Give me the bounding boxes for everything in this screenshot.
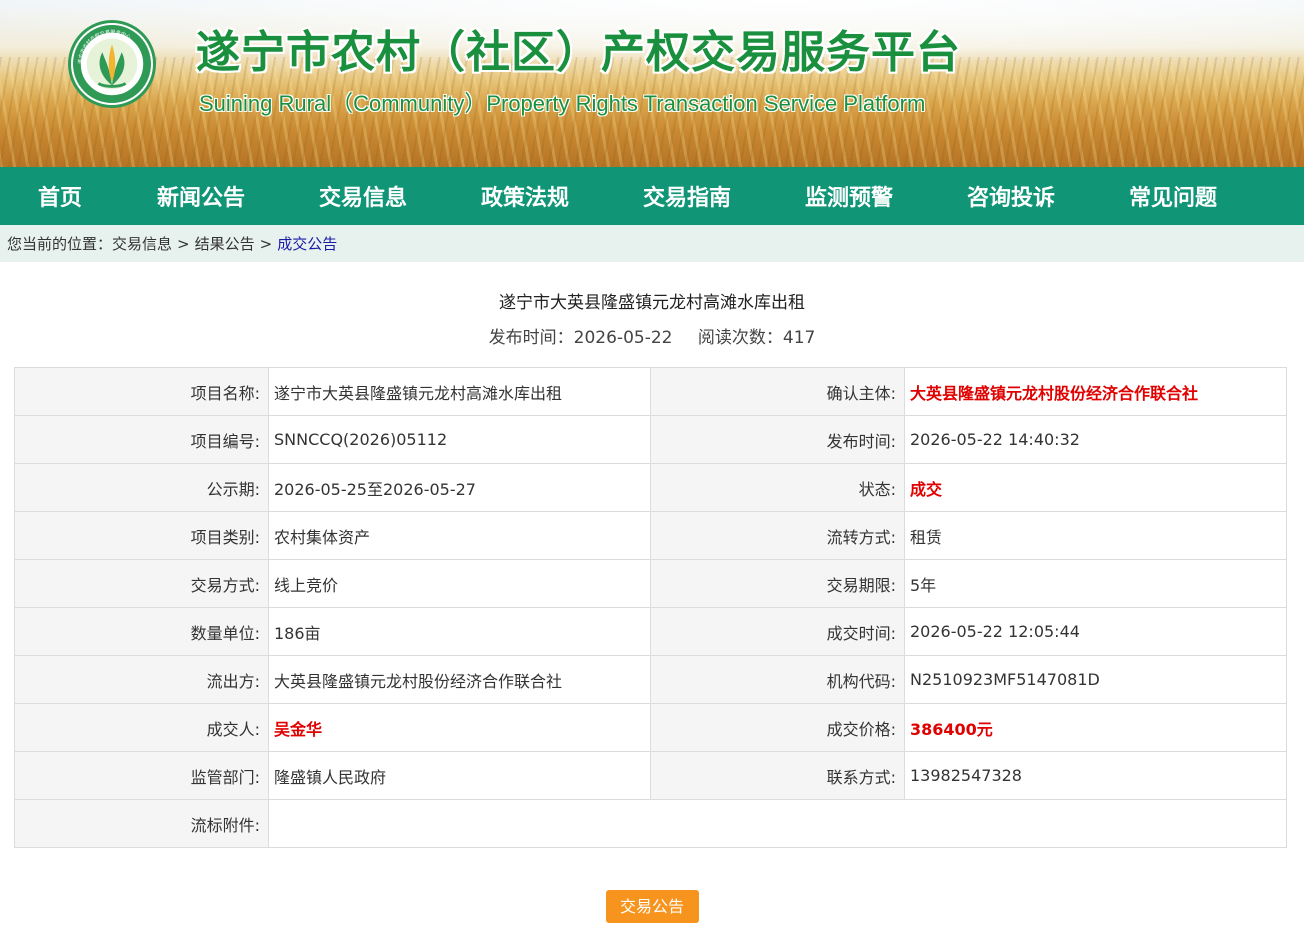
- notice-period-label: 公示期:: [14, 463, 269, 512]
- supervisor-value: 隆盛镇人民政府: [268, 751, 651, 800]
- release-time-value: 2026-05-22 14:40:32: [904, 415, 1287, 464]
- deal-time-value: 2026-05-22 12:05:44: [904, 607, 1287, 656]
- table-row: 公示期: 2026-05-25至2026-05-27 状态: 成交: [14, 463, 1287, 512]
- table-row: 流标附件:: [14, 799, 1287, 848]
- project-name-value: 遂宁市大英县隆盛镇元龙村高滩水库出租: [268, 367, 651, 416]
- project-code-value: SNNCCQ(2026)05112: [268, 415, 651, 464]
- project-info-table: 项目名称: 遂宁市大英县隆盛镇元龙村高滩水库出租 确认主体: 大英县隆盛镇元龙村…: [14, 367, 1287, 848]
- buyer-label: 成交人:: [14, 703, 269, 752]
- nav-item-consult[interactable]: 咨询投诉: [930, 180, 1092, 212]
- contact-label: 联系方式:: [650, 751, 905, 800]
- supervisor-label: 监管部门:: [14, 751, 269, 800]
- org-code-value: N2510923MF5147081D: [904, 655, 1287, 704]
- project-category-label: 项目类别:: [14, 511, 269, 560]
- nav-item-policy[interactable]: 政策法规: [444, 180, 606, 212]
- notice-period-value: 2026-05-25至2026-05-27: [268, 463, 651, 512]
- publish-time: 发布时间：2026-05-22: [488, 328, 673, 348]
- org-code-label: 机构代码:: [650, 655, 905, 704]
- release-time-label: 发布时间:: [650, 415, 905, 464]
- nav-item-monitor[interactable]: 监测预警: [768, 180, 930, 212]
- transfer-mode-label: 流转方式:: [650, 511, 905, 560]
- table-row: 成交人: 吴金华 成交价格: 386400元: [14, 703, 1287, 752]
- table-row: 交易方式: 线上竞价 交易期限: 5年: [14, 559, 1287, 608]
- breadcrumb-prefix: 您当前的位置：: [7, 235, 113, 253]
- deal-price-label: 成交价格:: [650, 703, 905, 752]
- table-row: 监管部门: 隆盛镇人民政府 联系方式: 13982547328: [14, 751, 1287, 800]
- breadcrumb-item-current[interactable]: 成交公告: [277, 233, 337, 254]
- project-code-label: 项目编号:: [14, 415, 269, 464]
- breadcrumb: 您当前的位置： 交易信息 > 结果公告 > 成交公告: [0, 225, 1304, 262]
- trade-term-label: 交易期限:: [650, 559, 905, 608]
- confirm-entity-label: 确认主体:: [650, 367, 905, 416]
- view-count: 阅读次数：417: [697, 328, 816, 348]
- article-meta: 发布时间：2026-05-22 阅读次数：417: [0, 323, 1304, 348]
- transferor-label: 流出方:: [14, 655, 269, 704]
- contact-value: 13982547328: [904, 751, 1287, 800]
- main-nav: 首页 新闻公告 交易信息 政策法规 交易指南 监测预警 咨询投诉 常见问题: [0, 167, 1304, 225]
- breadcrumb-separator: >: [177, 234, 190, 253]
- quantity-unit-value: 186亩: [268, 607, 651, 656]
- buyer-value: 吴金华: [268, 703, 651, 752]
- nav-item-trade-info[interactable]: 交易信息: [282, 180, 444, 212]
- deal-time-label: 成交时间:: [650, 607, 905, 656]
- trade-method-value: 线上竞价: [268, 559, 651, 608]
- nav-item-faq[interactable]: 常见问题: [1092, 180, 1254, 212]
- table-row: 项目名称: 遂宁市大英县隆盛镇元龙村高滩水库出租 确认主体: 大英县隆盛镇元龙村…: [14, 367, 1287, 416]
- platform-logo[interactable]: 遂宁市农村产权交易服务中心: [68, 20, 156, 108]
- footer-button-wrap: 交易公告: [0, 890, 1304, 923]
- status-label: 状态:: [650, 463, 905, 512]
- status-value: 成交: [904, 463, 1287, 512]
- header-banner: 遂宁市农村产权交易服务中心 遂宁市农村（社区）产权交易服务平台 Suining …: [0, 0, 1304, 167]
- trade-notice-button[interactable]: 交易公告: [605, 890, 699, 923]
- transfer-mode-value: 租赁: [904, 511, 1287, 560]
- nav-item-news[interactable]: 新闻公告: [120, 180, 282, 212]
- table-row: 数量单位: 186亩 成交时间: 2026-05-22 12:05:44: [14, 607, 1287, 656]
- table-row: 项目类别: 农村集体资产 流转方式: 租赁: [14, 511, 1287, 560]
- quantity-unit-label: 数量单位:: [14, 607, 269, 656]
- failed-bid-attachment-value: [268, 799, 1287, 848]
- failed-bid-attachment-label: 流标附件:: [14, 799, 269, 848]
- logo-emblem-icon: 遂宁市农村产权交易服务中心: [73, 25, 151, 103]
- platform-title-cn: 遂宁市农村（社区）产权交易服务平台: [196, 27, 961, 78]
- project-name-label: 项目名称:: [14, 367, 269, 416]
- nav-item-guide[interactable]: 交易指南: [606, 180, 768, 212]
- breadcrumb-item-trade-info[interactable]: 交易信息: [112, 233, 172, 254]
- confirm-entity-value: 大英县隆盛镇元龙村股份经济合作联合社: [904, 367, 1287, 416]
- transferor-value: 大英县隆盛镇元龙村股份经济合作联合社: [268, 655, 651, 704]
- breadcrumb-item-result-notice[interactable]: 结果公告: [195, 233, 255, 254]
- breadcrumb-separator: >: [259, 234, 273, 253]
- project-category-value: 农村集体资产: [268, 511, 651, 560]
- article-title: 遂宁市大英县隆盛镇元龙村高滩水库出租: [499, 293, 805, 313]
- deal-price-value: 386400元: [904, 703, 1287, 752]
- trade-method-label: 交易方式:: [14, 559, 269, 608]
- nav-item-home[interactable]: 首页: [0, 180, 120, 212]
- platform-title-en: Suining Rural（Community）Property Rights …: [199, 91, 926, 116]
- table-row: 项目编号: SNNCCQ(2026)05112 发布时间: 2026-05-22…: [14, 415, 1287, 464]
- table-row: 流出方: 大英县隆盛镇元龙村股份经济合作联合社 机构代码: N2510923MF…: [14, 655, 1287, 704]
- trade-term-value: 5年: [904, 559, 1287, 608]
